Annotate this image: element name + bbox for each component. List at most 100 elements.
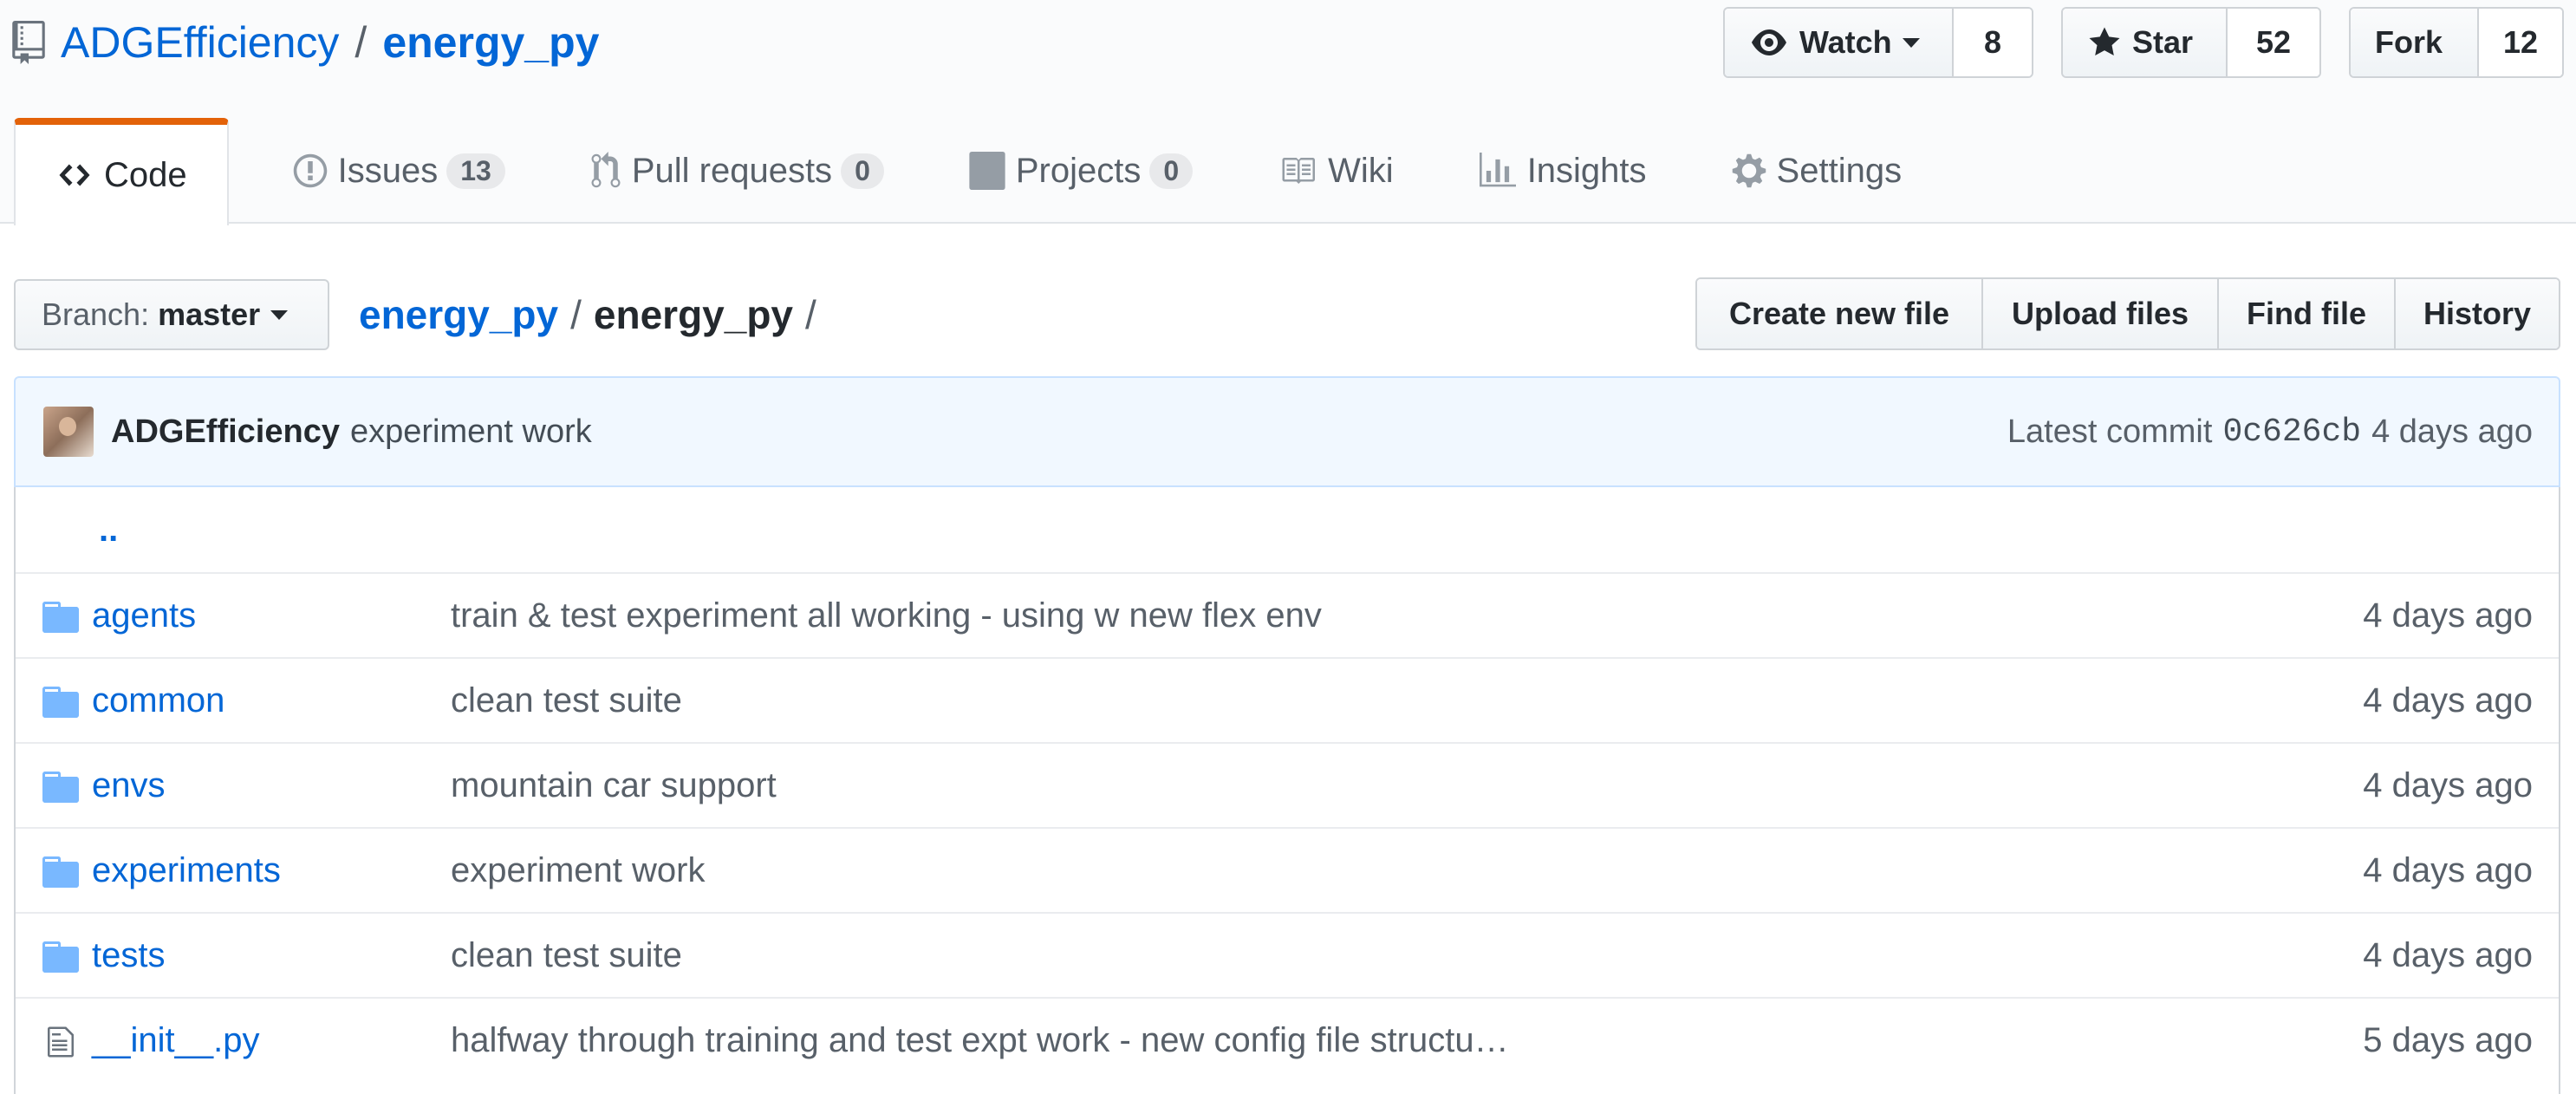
- tab-settings[interactable]: Settings: [1697, 118, 1937, 224]
- table-row: envs mountain car support 4 days ago: [16, 742, 2559, 827]
- star-count[interactable]: 52: [2226, 9, 2319, 76]
- breadcrumb-current: energy_py: [593, 292, 794, 337]
- chevron-down-icon: [270, 309, 289, 320]
- watch-button[interactable]: Watch: [1725, 9, 1952, 76]
- file-name-link[interactable]: experiments: [92, 851, 281, 890]
- branch-prefix: Branch:: [42, 296, 150, 332]
- folder-icon: [42, 772, 79, 803]
- star-button[interactable]: Star: [2063, 9, 2226, 76]
- fork-button-group: Fork 12: [2349, 7, 2564, 78]
- file-commit-message[interactable]: clean test suite: [451, 936, 682, 975]
- watch-button-group: Watch 8: [1723, 7, 2033, 78]
- repo-header: ADGEfficiency / energy_py Watch 8 Star 5…: [0, 0, 2576, 225]
- code-icon: [59, 164, 90, 186]
- tab-wiki[interactable]: Wiki: [1243, 118, 1428, 224]
- eye-icon: [1752, 29, 1786, 55]
- folder-icon: [42, 941, 79, 973]
- branch-select-button[interactable]: Branch: master: [14, 279, 329, 350]
- avatar[interactable]: [43, 407, 94, 457]
- find-file-button[interactable]: Find file: [2219, 279, 2396, 348]
- latest-commit-label: Latest commit: [2007, 413, 2213, 450]
- star-label: Star: [2132, 24, 2194, 60]
- issue-icon: [293, 153, 327, 188]
- table-row: common clean test suite 4 days ago: [16, 657, 2559, 742]
- file-commit-message[interactable]: mountain car support: [451, 766, 777, 805]
- tab-projects-label: Projects: [1015, 151, 1142, 190]
- star-button-group: Star 52: [2061, 7, 2321, 78]
- tab-pull-requests-label: Pull requests: [631, 151, 833, 190]
- file-age: 5 days ago: [2363, 1020, 2533, 1059]
- create-new-file-button[interactable]: Create new file: [1697, 279, 1983, 348]
- pull-requests-counter: 0: [841, 153, 884, 189]
- star-icon: [2089, 27, 2120, 55]
- book-icon: [1282, 158, 1316, 184]
- issues-counter: 13: [446, 153, 505, 189]
- commit-author[interactable]: ADGEfficiency: [111, 414, 340, 451]
- tab-issues[interactable]: Issues 13: [258, 118, 540, 224]
- graph-icon: [1479, 153, 1516, 187]
- pull-request-icon: [591, 152, 621, 188]
- projects-counter: 0: [1149, 153, 1194, 189]
- file-age: 4 days ago: [2363, 765, 2533, 804]
- chevron-down-icon: [1902, 37, 1920, 48]
- upload-files-button[interactable]: Upload files: [1983, 279, 2219, 348]
- tab-insights-label: Insights: [1526, 151, 1647, 190]
- parent-directory-link[interactable]: ..: [99, 511, 118, 550]
- branch-name: master: [158, 296, 261, 332]
- watch-count[interactable]: 8: [1952, 9, 2032, 76]
- project-icon: [969, 152, 1005, 190]
- tab-pull-requests[interactable]: Pull requests 0: [556, 118, 919, 224]
- breadcrumb-root-link[interactable]: energy_py: [359, 291, 558, 338]
- file-age: 4 days ago: [2363, 935, 2533, 974]
- commit-meta: Latest commit 0c626cb 4 days ago: [2007, 414, 2533, 451]
- table-row: __init__.py halfway through training and…: [16, 997, 2559, 1082]
- repo-name-link[interactable]: energy_py: [382, 17, 599, 68]
- commit-age: 4 days ago: [2371, 413, 2533, 450]
- file-list: .. agents train & test experiment all wo…: [14, 487, 2560, 1094]
- tab-settings-label: Settings: [1776, 151, 1903, 190]
- folder-icon: [42, 687, 79, 718]
- tab-code-label: Code: [104, 155, 187, 194]
- breadcrumb-trailing-separator: /: [805, 292, 816, 337]
- file-name-link[interactable]: common: [92, 681, 224, 720]
- file-name-link[interactable]: tests: [92, 936, 165, 975]
- tab-insights[interactable]: Insights: [1444, 118, 1682, 224]
- file-name-link[interactable]: __init__.py: [92, 1021, 259, 1060]
- tab-code[interactable]: Code: [14, 118, 229, 225]
- file-name-link[interactable]: envs: [92, 766, 166, 805]
- file-name-link[interactable]: agents: [92, 596, 196, 635]
- tab-wiki-label: Wiki: [1328, 151, 1394, 190]
- tab-issues-label: Issues: [337, 151, 439, 190]
- file-icon: [48, 1026, 74, 1058]
- commit-message[interactable]: experiment work: [350, 414, 592, 451]
- file-commit-message[interactable]: experiment work: [451, 851, 705, 890]
- history-button[interactable]: History: [2396, 279, 2559, 348]
- folder-icon: [42, 856, 79, 888]
- file-actions-group: Create new file Upload files Find file H…: [1695, 277, 2560, 350]
- parent-directory-row: ..: [16, 487, 2559, 572]
- repo-nav-tabs: Code Issues 13 Pull requests 0 Projects …: [14, 118, 1952, 225]
- latest-commit-bar: ADGEfficiency experiment work Latest com…: [14, 376, 2560, 487]
- breadcrumb-separator: /: [570, 292, 582, 337]
- commit-sha[interactable]: 0c626cb: [2222, 414, 2361, 451]
- file-age: 4 days ago: [2363, 596, 2533, 635]
- breadcrumb: energy_py / energy_py /: [359, 284, 829, 345]
- repo-owner-link[interactable]: ADGEfficiency: [61, 17, 339, 68]
- folder-icon: [42, 602, 79, 633]
- table-row: tests clean test suite 4 days ago: [16, 912, 2559, 997]
- file-commit-message[interactable]: clean test suite: [451, 681, 682, 720]
- fork-button[interactable]: Fork: [2351, 9, 2477, 76]
- table-row: agents train & test experiment all worki…: [16, 572, 2559, 657]
- file-commit-message[interactable]: train & test experiment all working - us…: [451, 596, 1322, 635]
- file-commit-message[interactable]: halfway through training and test expt w…: [451, 1021, 1509, 1060]
- fork-label: Fork: [2375, 24, 2443, 60]
- fork-count[interactable]: 12: [2477, 9, 2562, 76]
- table-row: experiments experiment work 4 days ago: [16, 827, 2559, 912]
- repo-title: ADGEfficiency / energy_py: [12, 12, 599, 73]
- repo-icon: [12, 21, 45, 64]
- tab-projects[interactable]: Projects 0: [934, 118, 1227, 224]
- file-age: 4 days ago: [2363, 680, 2533, 720]
- file-age: 4 days ago: [2363, 850, 2533, 889]
- watch-label: Watch: [1799, 24, 1892, 60]
- gear-icon: [1732, 153, 1766, 188]
